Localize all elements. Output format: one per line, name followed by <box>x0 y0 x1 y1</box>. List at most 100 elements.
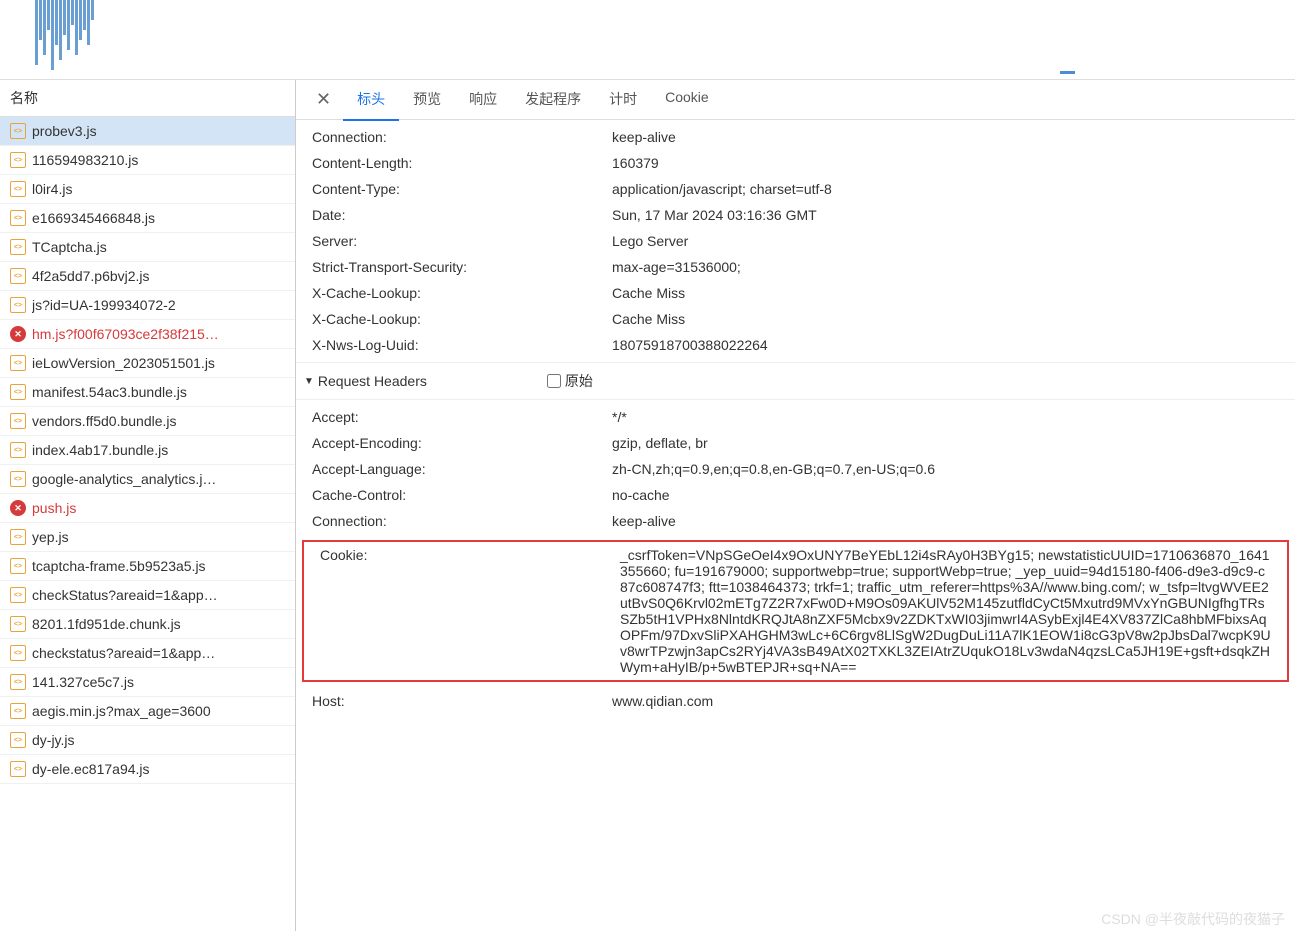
file-item[interactable]: checkStatus?areaid=1&app… <box>0 581 295 610</box>
file-item[interactable]: ieLowVersion_2023051501.js <box>0 349 295 378</box>
close-icon[interactable]: ✕ <box>304 89 343 110</box>
header-row: Connection:keep-alive <box>296 508 1295 534</box>
file-item[interactable]: tcaptcha-frame.5b9523a5.js <box>0 552 295 581</box>
file-name-label: checkStatus?areaid=1&app… <box>32 587 218 603</box>
js-file-icon <box>10 761 26 777</box>
header-key: Accept-Language: <box>312 461 612 477</box>
file-item[interactable]: 8201.1fd951de.chunk.js <box>0 610 295 639</box>
js-file-icon <box>10 587 26 603</box>
header-key: Cache-Control: <box>312 487 612 503</box>
file-name-label: TCaptcha.js <box>32 239 107 255</box>
file-item[interactable]: index.4ab17.bundle.js <box>0 436 295 465</box>
header-row: Date:Sun, 17 Mar 2024 03:16:36 GMT <box>296 202 1295 228</box>
js-file-icon <box>10 732 26 748</box>
timeline-chart[interactable] <box>0 0 1295 80</box>
section-title-label: Request Headers <box>318 373 427 389</box>
file-item[interactable]: js?id=UA-199934072-2 <box>0 291 295 320</box>
cookie-row: Cookie: _csrfToken=VNpSGeOeI4x9OxUNY7BeY… <box>304 542 1287 680</box>
raw-toggle[interactable]: 原始 <box>547 371 593 391</box>
header-value: Sun, 17 Mar 2024 03:16:36 GMT <box>612 207 1279 223</box>
file-name-label: js?id=UA-199934072-2 <box>32 297 176 313</box>
header-key: Accept-Encoding: <box>312 435 612 451</box>
file-name-label: index.4ab17.bundle.js <box>32 442 168 458</box>
header-value: Lego Server <box>612 233 1279 249</box>
file-item[interactable]: probev3.js <box>0 117 295 146</box>
file-item[interactable]: 4f2a5dd7.p6bvj2.js <box>0 262 295 291</box>
file-name-label: checkstatus?areaid=1&app… <box>32 645 215 661</box>
tab-0[interactable]: 标头 <box>343 80 399 121</box>
file-name-label: tcaptcha-frame.5b9523a5.js <box>32 558 206 574</box>
file-name-label: yep.js <box>32 529 69 545</box>
header-key: Content-Length: <box>312 155 612 171</box>
header-key: Strict-Transport-Security: <box>312 259 612 275</box>
header-row: Server:Lego Server <box>296 228 1295 254</box>
tab-bar: ✕ 标头预览响应发起程序计时Cookie <box>296 80 1295 120</box>
file-item[interactable]: dy-ele.ec817a94.js <box>0 755 295 784</box>
file-list: probev3.js 116594983210.js l0ir4.jse166934… <box>0 117 295 784</box>
file-item[interactable]: e1669345466848.js <box>0 204 295 233</box>
tab-4[interactable]: 计时 <box>595 80 651 121</box>
file-item[interactable]: push.js <box>0 494 295 523</box>
file-name-label: hm.js?f00f67093ce2f38f215… <box>32 326 219 342</box>
request-list-sidebar: 名称 probev3.js116594983210.jsl0ir4.jse166… <box>0 80 296 931</box>
header-value: */* <box>612 409 1279 425</box>
header-key: Server: <box>312 233 612 249</box>
header-key: Content-Type: <box>312 181 612 197</box>
file-item[interactable]: 141.327ce5c7.js <box>0 668 295 697</box>
response-headers: Connection:keep-aliveContent-Length:1603… <box>296 120 1295 362</box>
header-value: keep-alive <box>612 129 1279 145</box>
file-name-label: google-analytics_analytics.j… <box>32 471 216 487</box>
header-value: Cache Miss <box>612 311 1279 327</box>
file-item[interactable]: yep.js <box>0 523 295 552</box>
file-name-label: 4f2a5dd7.p6bvj2.js <box>32 268 150 284</box>
file-name-label: push.js <box>32 500 76 516</box>
file-name-label: 8201.1fd951de.chunk.js <box>32 616 181 632</box>
tab-5[interactable]: Cookie <box>651 80 723 121</box>
details-panel: ✕ 标头预览响应发起程序计时Cookie Connection:keep-ali… <box>296 80 1295 931</box>
file-item[interactable]: aegis.min.js?max_age=3600 <box>0 697 295 726</box>
request-headers-pre: Accept:*/*Accept-Encoding:gzip, deflate,… <box>296 400 1295 538</box>
header-key: Connection: <box>312 129 612 145</box>
file-item[interactable]: dy-jy.js <box>0 726 295 755</box>
file-item[interactable]: manifest.54ac3.bundle.js <box>0 378 295 407</box>
chevron-down-icon: ▼ <box>304 376 314 387</box>
tab-1[interactable]: 预览 <box>399 80 455 121</box>
file-name-label: 116594983210.js <box>32 152 138 168</box>
js-file-icon <box>10 558 26 574</box>
header-row: X-Cache-Lookup:Cache Miss <box>296 306 1295 332</box>
file-item[interactable]: google-analytics_analytics.j… <box>0 465 295 494</box>
tab-2[interactable]: 响应 <box>455 80 511 121</box>
file-item[interactable]: hm.js?f00f67093ce2f38f215… <box>0 320 295 349</box>
js-file-icon <box>10 674 26 690</box>
cookie-value: _csrfToken=VNpSGeOeI4x9OxUNY7BeYEbL12i4s… <box>620 547 1271 675</box>
file-item[interactable]: vendors.ff5d0.bundle.js <box>0 407 295 436</box>
header-key: Connection: <box>312 513 612 529</box>
header-row: Connection:keep-alive <box>296 124 1295 150</box>
file-item[interactable]: 116594983210.js <box>0 146 295 175</box>
js-file-icon <box>10 297 26 313</box>
file-name-label: dy-ele.ec817a94.js <box>32 761 150 777</box>
js-file-icon <box>10 181 26 197</box>
header-row: Accept-Language:zh-CN,zh;q=0.9,en;q=0.8,… <box>296 456 1295 482</box>
file-name-label: vendors.ff5d0.bundle.js <box>32 413 177 429</box>
header-value: keep-alive <box>612 513 1279 529</box>
raw-checkbox[interactable] <box>547 374 561 388</box>
request-headers-section[interactable]: ▼ Request Headers 原始 <box>296 362 1295 400</box>
header-value: application/javascript; charset=utf-8 <box>612 181 1279 197</box>
header-key: Host: <box>312 693 612 709</box>
js-file-icon <box>10 616 26 632</box>
file-item[interactable]: l0ir4.js <box>0 175 295 204</box>
file-name-label: dy-jy.js <box>32 732 75 748</box>
header-value: www.qidian.com <box>612 693 1279 709</box>
file-name-label: manifest.54ac3.bundle.js <box>32 384 187 400</box>
header-value: max-age=31536000; <box>612 259 1279 275</box>
error-icon <box>10 326 26 342</box>
file-item[interactable]: TCaptcha.js <box>0 233 295 262</box>
cookie-key: Cookie: <box>320 547 620 675</box>
tab-3[interactable]: 发起程序 <box>511 80 595 121</box>
header-key: Date: <box>312 207 612 223</box>
file-item[interactable]: checkstatus?areaid=1&app… <box>0 639 295 668</box>
file-name-label: 141.327ce5c7.js <box>32 674 134 690</box>
header-key: Accept: <box>312 409 612 425</box>
chart-marker <box>1060 71 1075 74</box>
